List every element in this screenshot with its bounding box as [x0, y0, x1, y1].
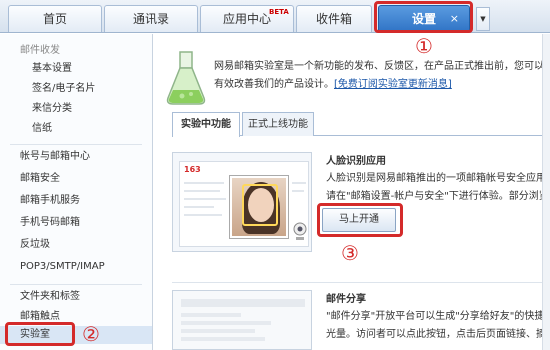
sidebar-item-anti-spam[interactable]: 反垃圾 — [0, 236, 152, 254]
lab-tabs: 实验中功能 正式上线功能 — [172, 112, 550, 137]
webcam-icon — [293, 222, 307, 240]
sidebar: 邮件收发 基本设置 签名/电子名片 来信分类 信纸 帐号与邮箱中心 邮箱安全 邮… — [0, 34, 153, 350]
feature-desc-share: "邮件分享"开放平台可以生成"分享给好友"的快捷方式， 光量。访问者可以点此按钮… — [326, 308, 550, 344]
scrollbar[interactable] — [542, 34, 550, 350]
preview-frame: 163 — [179, 161, 309, 247]
tab-menu-chevron-down-icon[interactable]: ▼ — [476, 7, 490, 31]
tab-contacts[interactable]: 通讯录 — [104, 5, 198, 32]
beta-badge: BETA — [269, 8, 289, 16]
face-recognition-preview: 163 — [172, 152, 312, 252]
mail-share-preview — [172, 290, 312, 350]
sidebar-item-mobile-service[interactable]: 邮箱手机服务 — [0, 192, 152, 210]
sidebar-item-account-center[interactable]: 帐号与邮箱中心 — [0, 148, 152, 166]
feature-desc-face: 人脸识别是网易邮箱推出的一项邮箱帐号安全应用。该应 请在"邮箱设置-帐户与安全"… — [326, 170, 550, 206]
sidebar-item-mail-filter[interactable]: 来信分类 — [0, 100, 152, 118]
tab-home-label: 首页 — [42, 12, 67, 26]
tab-inbox-label: 收件箱 — [315, 12, 352, 26]
main-content: 网易邮箱实验室是一个新功能的发布、反馈区，在产品正式推出前，您可以在这里优先 有… — [154, 34, 550, 350]
share-desc-line-2: 光量。访问者可以点此按钮，点击后页面链接、摘要等内 — [326, 329, 550, 340]
tab-experimental[interactable]: 实验中功能 — [172, 112, 240, 137]
lab-flask-icon — [166, 51, 206, 105]
tab-app-center-label: 应用中心 — [222, 12, 271, 26]
feature-title-face: 人脸识别应用 — [326, 156, 386, 167]
sidebar-item-basic-settings[interactable]: 基本设置 — [0, 60, 152, 78]
face-desc-line-1: 人脸识别是网易邮箱推出的一项邮箱帐号安全应用。该应 — [326, 173, 550, 184]
annotation-3: ③ — [341, 241, 359, 265]
annotation-2: ② — [82, 322, 100, 346]
sidebar-group-mail: 邮件收发 — [20, 45, 60, 56]
subscribe-link[interactable]: [免费订阅实验室更新消息] — [334, 79, 452, 90]
highlight-settings-tab — [374, 1, 473, 33]
share-desc-line-1: "邮件分享"开放平台可以生成"分享给好友"的快捷方式， — [326, 311, 550, 322]
highlight-lab-item — [5, 322, 75, 346]
sidebar-item-pop3[interactable]: POP3/SMTP/IMAP — [0, 258, 152, 276]
tab-contacts-label: 通讯录 — [132, 12, 169, 26]
tab-app-center[interactable]: 应用中心 BETA — [200, 5, 294, 32]
tab-inbox[interactable]: 收件箱 — [296, 5, 372, 32]
intro-line-2: 有效改善我们的产品设计。 — [214, 79, 334, 90]
feature-title-share: 邮件分享 — [326, 294, 366, 305]
sidebar-item-signature[interactable]: 签名/电子名片 — [0, 80, 152, 98]
sidebar-item-phone-mailbox[interactable]: 手机号码邮箱 — [0, 214, 152, 232]
tab-home[interactable]: 首页 — [8, 5, 102, 32]
tab-launched[interactable]: 正式上线功能 — [242, 112, 314, 136]
sidebar-item-security[interactable]: 邮箱安全 — [0, 170, 152, 188]
mail-logo: 163 — [184, 165, 201, 174]
intro-line-1: 网易邮箱实验室是一个新功能的发布、反馈区，在产品正式推出前，您可以在这里优先 — [214, 61, 550, 72]
lab-intro: 网易邮箱实验室是一个新功能的发布、反馈区，在产品正式推出前，您可以在这里优先 有… — [214, 58, 550, 94]
sidebar-divider — [10, 144, 142, 145]
sidebar-divider — [10, 284, 142, 285]
sidebar-item-stationery[interactable]: 信纸 — [0, 120, 152, 138]
sidebar-item-folders[interactable]: 文件夹和标签 — [0, 288, 152, 306]
face-photo — [230, 176, 288, 238]
feature-divider — [172, 282, 550, 283]
highlight-enable-button — [317, 203, 403, 237]
